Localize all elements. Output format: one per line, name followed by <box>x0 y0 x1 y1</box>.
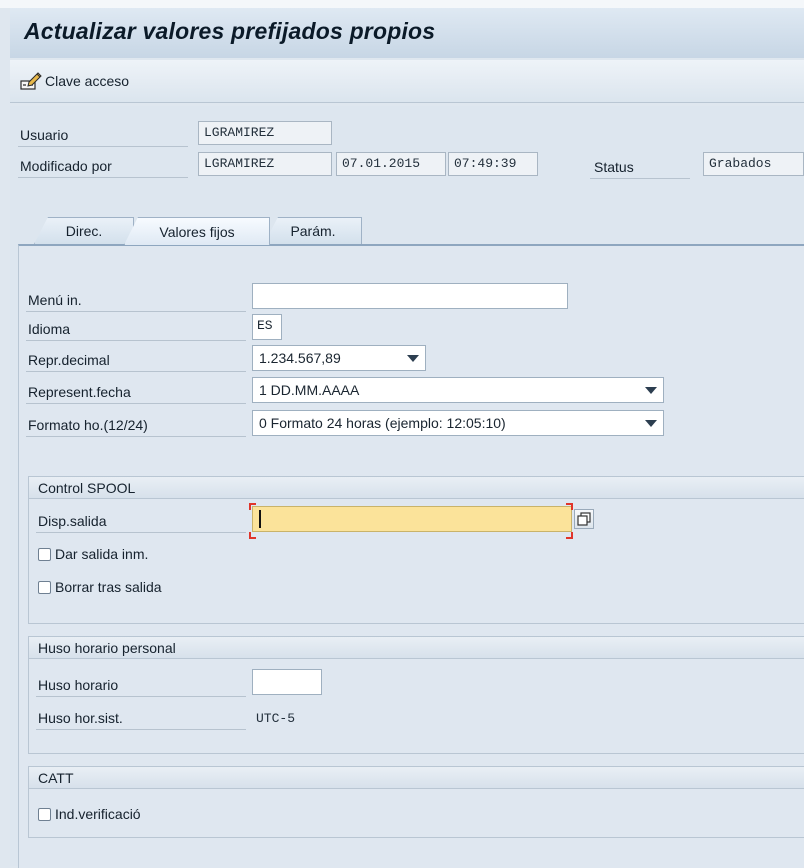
password-button[interactable]: Clave acceso <box>20 70 129 92</box>
timezone-group-title: Huso horario personal <box>29 637 804 659</box>
time-format-select[interactable]: 0 Formato 24 horas (ejemplo: 12:05:10) <box>252 410 664 436</box>
modified-by-field: LGRAMIREZ <box>198 152 332 176</box>
divider <box>18 146 188 147</box>
time-format-label: Formato ho.(12/24) <box>28 417 148 433</box>
catt-group: CATT <box>28 766 804 838</box>
tab-label: Parám. <box>290 223 336 239</box>
system-timezone-label: Huso hor.sist. <box>38 710 123 726</box>
user-field: LGRAMIREZ <box>198 121 332 145</box>
tab-valores-fijos[interactable]: Valores fijos <box>124 217 270 245</box>
print-immediately-checkbox[interactable] <box>38 547 51 561</box>
start-menu-input[interactable] <box>252 283 568 309</box>
decimal-select[interactable]: 1.234.567,89 <box>252 345 426 371</box>
catt-check-label: Ind.verificació <box>55 806 141 822</box>
tab-label: Valores fijos <box>159 223 235 240</box>
modified-by-label: Modificado por <box>20 158 112 174</box>
top-strip <box>0 0 804 8</box>
page-title: Actualizar valores prefijados propios <box>24 18 436 44</box>
required-corner <box>566 503 573 510</box>
modified-date-field: 07.01.2015 <box>336 152 446 176</box>
value-help-button[interactable] <box>574 509 594 529</box>
timezone-label: Huso horario <box>38 677 119 693</box>
edit-key-icon <box>20 72 42 90</box>
spool-group-title: Control SPOOL <box>29 477 804 499</box>
chevron-down-icon <box>407 354 419 362</box>
copy-icon <box>577 512 591 526</box>
start-menu-label: Menú in. <box>28 292 82 308</box>
required-corner <box>566 532 573 539</box>
divider <box>18 177 188 178</box>
divider <box>26 371 246 372</box>
user-label: Usuario <box>20 127 69 143</box>
divider <box>26 340 246 341</box>
divider <box>26 403 246 404</box>
date-format-value: 1 DD.MM.AAAA <box>259 382 360 398</box>
text-cursor <box>259 510 261 528</box>
divider <box>590 178 690 179</box>
catt-check-row[interactable]: Ind.verificació <box>38 806 141 822</box>
delete-after-output-label: Borrar tras salida <box>55 579 162 595</box>
divider <box>36 729 246 730</box>
divider <box>36 532 246 533</box>
timezone-group: Huso horario personal <box>28 636 804 754</box>
chevron-down-icon <box>645 419 657 427</box>
time-format-value: 0 Formato 24 horas (ejemplo: 12:05:10) <box>259 415 506 431</box>
language-label: Idioma <box>28 321 71 337</box>
decimal-label: Repr.decimal <box>28 352 110 368</box>
delete-after-output-checkbox[interactable] <box>38 580 51 594</box>
divider <box>36 696 246 697</box>
tab-param[interactable]: Parám. <box>264 217 362 244</box>
date-format-label: Represent.fecha <box>28 384 131 400</box>
output-device-label: Disp.salida <box>38 513 107 529</box>
status-label: Status <box>594 159 634 175</box>
divider <box>26 436 246 437</box>
catt-check-checkbox[interactable] <box>38 807 51 821</box>
system-timezone-value: UTC-5 <box>256 711 296 726</box>
password-button-label: Clave acceso <box>45 73 130 89</box>
delete-after-output-checkbox-row[interactable]: Borrar tras salida <box>38 579 162 595</box>
chevron-down-icon <box>645 386 657 394</box>
tab-label: Direc. <box>65 223 103 239</box>
application-toolbar <box>10 60 804 103</box>
tab-direc[interactable]: Direc. <box>34 217 134 244</box>
decimal-value: 1.234.567,89 <box>259 350 341 366</box>
output-device-input[interactable] <box>252 506 572 532</box>
required-corner <box>249 503 256 510</box>
divider <box>26 311 246 312</box>
print-immediately-checkbox-row[interactable]: Dar salida inm. <box>38 546 148 562</box>
language-input[interactable]: ES <box>252 314 282 340</box>
date-format-select[interactable]: 1 DD.MM.AAAA <box>252 377 664 403</box>
status-field: Grabados <box>703 152 804 176</box>
catt-group-title: CATT <box>29 767 804 789</box>
print-immediately-label: Dar salida inm. <box>55 546 149 562</box>
required-corner <box>249 532 256 539</box>
timezone-input[interactable] <box>252 669 322 695</box>
modified-time-field: 07:49:39 <box>448 152 538 176</box>
